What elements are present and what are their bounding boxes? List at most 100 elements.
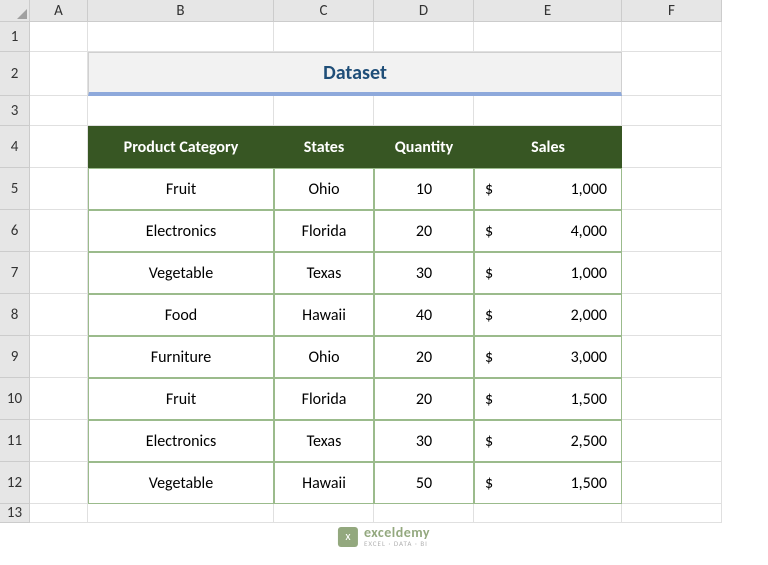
currency-symbol: $ bbox=[485, 306, 493, 325]
table-cell[interactable]: Texas bbox=[274, 252, 374, 294]
table-cell[interactable]: Vegetable bbox=[88, 462, 274, 504]
cell-a11[interactable] bbox=[30, 420, 88, 462]
cell-a1[interactable] bbox=[30, 22, 88, 52]
cell-e1[interactable] bbox=[474, 22, 622, 52]
table-cell[interactable]: 50 bbox=[374, 462, 474, 504]
cell-d1[interactable] bbox=[374, 22, 474, 52]
col-head-b[interactable]: B bbox=[88, 0, 274, 22]
row-head-1[interactable]: 1 bbox=[0, 22, 30, 52]
cell-e13[interactable] bbox=[474, 504, 622, 523]
cell-d3[interactable] bbox=[374, 96, 474, 126]
currency-symbol: $ bbox=[485, 180, 493, 199]
cell-f11[interactable] bbox=[622, 420, 722, 462]
table-cell[interactable]: Electronics bbox=[88, 420, 274, 462]
table-cell[interactable]: Ohio bbox=[274, 336, 374, 378]
table-cell[interactable]: Hawaii bbox=[274, 462, 374, 504]
col-head-f[interactable]: F bbox=[622, 0, 722, 22]
table-cell[interactable]: $1,500 bbox=[474, 378, 622, 420]
col-head-e[interactable]: E bbox=[474, 0, 622, 22]
cell-e3[interactable] bbox=[474, 96, 622, 126]
cell-f12[interactable] bbox=[622, 462, 722, 504]
cell-f13[interactable] bbox=[622, 504, 722, 523]
col-head-d[interactable]: D bbox=[374, 0, 474, 22]
row-head-3[interactable]: 3 bbox=[0, 96, 30, 126]
row-head-5[interactable]: 5 bbox=[0, 168, 30, 210]
table-cell[interactable]: Fruit bbox=[88, 168, 274, 210]
row-head-10[interactable]: 10 bbox=[0, 378, 30, 420]
cell-a10[interactable] bbox=[30, 378, 88, 420]
table-cell[interactable]: Texas bbox=[274, 420, 374, 462]
row-head-12[interactable]: 12 bbox=[0, 462, 30, 504]
table-cell[interactable]: 20 bbox=[374, 336, 474, 378]
table-cell[interactable]: Vegetable bbox=[88, 252, 274, 294]
cell-a8[interactable] bbox=[30, 294, 88, 336]
cell-d13[interactable] bbox=[374, 504, 474, 523]
cell-f4[interactable] bbox=[622, 126, 722, 168]
header-quantity[interactable]: Quantity bbox=[374, 126, 474, 168]
table-cell[interactable]: 20 bbox=[374, 378, 474, 420]
watermark-sub: EXCEL · DATA · BI bbox=[364, 540, 430, 547]
row-head-9[interactable]: 9 bbox=[0, 336, 30, 378]
row-head-2[interactable]: 2 bbox=[0, 52, 30, 96]
col-head-a[interactable]: A bbox=[30, 0, 88, 22]
cell-b3[interactable] bbox=[88, 96, 274, 126]
row-head-13[interactable]: 13 bbox=[0, 504, 30, 523]
row-head-11[interactable]: 11 bbox=[0, 420, 30, 462]
row-head-6[interactable]: 6 bbox=[0, 210, 30, 252]
header-states[interactable]: States bbox=[274, 126, 374, 168]
table-cell[interactable]: 30 bbox=[374, 252, 474, 294]
table-cell[interactable]: 20 bbox=[374, 210, 474, 252]
table-cell[interactable]: $2,500 bbox=[474, 420, 622, 462]
table-cell[interactable]: $2,000 bbox=[474, 294, 622, 336]
table-cell[interactable]: $1,000 bbox=[474, 168, 622, 210]
cell-f3[interactable] bbox=[622, 96, 722, 126]
cell-a3[interactable] bbox=[30, 96, 88, 126]
col-head-c[interactable]: C bbox=[274, 0, 374, 22]
cell-f6[interactable] bbox=[622, 210, 722, 252]
header-sales[interactable]: Sales bbox=[474, 126, 622, 168]
cell-c3[interactable] bbox=[274, 96, 374, 126]
cell-a5[interactable] bbox=[30, 168, 88, 210]
table-cell[interactable]: $4,000 bbox=[474, 210, 622, 252]
cell-f8[interactable] bbox=[622, 294, 722, 336]
row-head-7[interactable]: 7 bbox=[0, 252, 30, 294]
spreadsheet-grid[interactable]: A B C D E F 1 2 Dataset 3 4 Product Cate… bbox=[0, 0, 768, 523]
table-cell[interactable]: Hawaii bbox=[274, 294, 374, 336]
cell-c1[interactable] bbox=[274, 22, 374, 52]
table-cell[interactable]: Florida bbox=[274, 378, 374, 420]
table-cell[interactable]: Florida bbox=[274, 210, 374, 252]
cell-b1[interactable] bbox=[88, 22, 274, 52]
cell-c13[interactable] bbox=[274, 504, 374, 523]
cell-f5[interactable] bbox=[622, 168, 722, 210]
table-cell[interactable]: $3,000 bbox=[474, 336, 622, 378]
sales-amount: 1,000 bbox=[571, 264, 607, 283]
table-cell[interactable]: 30 bbox=[374, 420, 474, 462]
cell-a2[interactable] bbox=[30, 52, 88, 96]
row-head-4[interactable]: 4 bbox=[0, 126, 30, 168]
row-head-8[interactable]: 8 bbox=[0, 294, 30, 336]
cell-f9[interactable] bbox=[622, 336, 722, 378]
cell-a7[interactable] bbox=[30, 252, 88, 294]
cell-a13[interactable] bbox=[30, 504, 88, 523]
table-cell[interactable]: Fruit bbox=[88, 378, 274, 420]
cell-f10[interactable] bbox=[622, 378, 722, 420]
header-product-category[interactable]: Product Category bbox=[88, 126, 274, 168]
cell-f2[interactable] bbox=[622, 52, 722, 96]
cell-f1[interactable] bbox=[622, 22, 722, 52]
cell-f7[interactable] bbox=[622, 252, 722, 294]
cell-b13[interactable] bbox=[88, 504, 274, 523]
table-cell[interactable]: 40 bbox=[374, 294, 474, 336]
cell-a12[interactable] bbox=[30, 462, 88, 504]
cell-a4[interactable] bbox=[30, 126, 88, 168]
cell-a9[interactable] bbox=[30, 336, 88, 378]
table-cell[interactable]: $1,000 bbox=[474, 252, 622, 294]
dataset-title[interactable]: Dataset bbox=[88, 52, 622, 96]
select-all-corner[interactable] bbox=[0, 0, 30, 22]
table-cell[interactable]: $1,500 bbox=[474, 462, 622, 504]
table-cell[interactable]: Electronics bbox=[88, 210, 274, 252]
table-cell[interactable]: Ohio bbox=[274, 168, 374, 210]
table-cell[interactable]: Food bbox=[88, 294, 274, 336]
table-cell[interactable]: Furniture bbox=[88, 336, 274, 378]
table-cell[interactable]: 10 bbox=[374, 168, 474, 210]
cell-a6[interactable] bbox=[30, 210, 88, 252]
